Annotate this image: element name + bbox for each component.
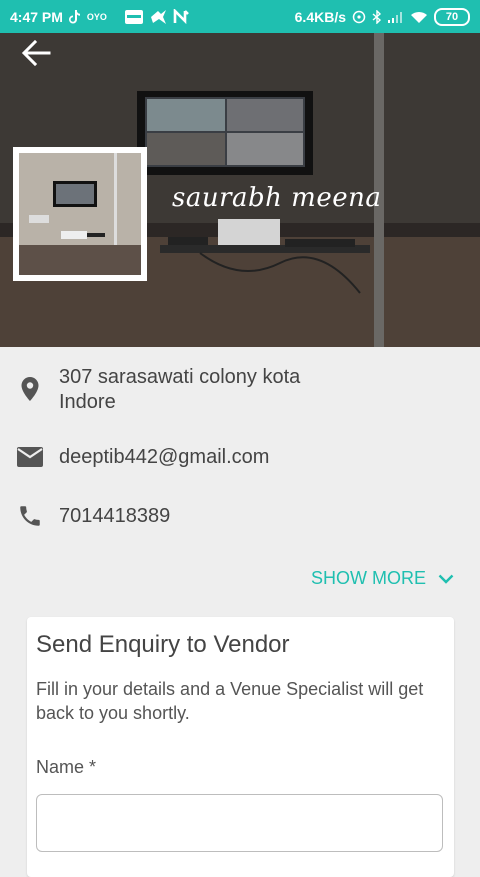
- name-input[interactable]: [36, 794, 443, 852]
- hotspot-icon: [352, 10, 366, 24]
- status-bar: 4:47 PM OYO 6.4KB/s 70: [0, 0, 480, 33]
- back-arrow-icon: [21, 38, 51, 73]
- show-more-button[interactable]: SHOW MORE: [311, 568, 454, 589]
- address-line1: 307 sarasawati colony kota: [59, 366, 301, 388]
- enquiry-card: Send Enquiry to Vendor Fill in your deta…: [27, 617, 454, 877]
- bluetooth-icon: [372, 9, 382, 24]
- address: 307 sarasawati colony kota Indore: [59, 365, 300, 415]
- status-left: 4:47 PM OYO: [10, 8, 189, 25]
- address-line2: Indore: [59, 391, 116, 413]
- enquiry-description: Fill in your details and a Venue Special…: [36, 679, 424, 723]
- location-pin-icon: [16, 375, 44, 403]
- back-button[interactable]: [16, 35, 56, 75]
- email-icon: [16, 443, 44, 471]
- vendor-cover-image: saurabh meena: [0, 33, 480, 347]
- thumbnail-photo: [19, 153, 141, 275]
- email-text: deeptib442@gmail.com: [59, 446, 270, 468]
- show-more-label: SHOW MORE: [311, 568, 426, 588]
- network-speed: 6.4KB/s: [294, 8, 346, 25]
- oyo-icon: OYO: [86, 11, 107, 22]
- status-right: 6.4KB/s 70: [294, 7, 470, 26]
- phone-icon: [16, 502, 44, 530]
- chevron-down-icon: [438, 568, 454, 589]
- battery-indicator: 70: [434, 7, 470, 26]
- vendor-thumbnail[interactable]: [13, 147, 147, 281]
- phone-text: 7014418389: [59, 505, 171, 527]
- bird-icon: [149, 9, 167, 25]
- signal-icon: [388, 11, 404, 23]
- tiktok-icon: [68, 9, 81, 24]
- status-time: 4:47 PM: [10, 8, 63, 25]
- wifi-icon: [410, 10, 428, 24]
- app-icon: [124, 9, 143, 24]
- n-icon: [173, 8, 189, 25]
- enquiry-title: Send Enquiry to Vendor: [36, 631, 290, 658]
- vendor-name: saurabh meena: [172, 183, 382, 213]
- name-label: Name *: [36, 757, 97, 777]
